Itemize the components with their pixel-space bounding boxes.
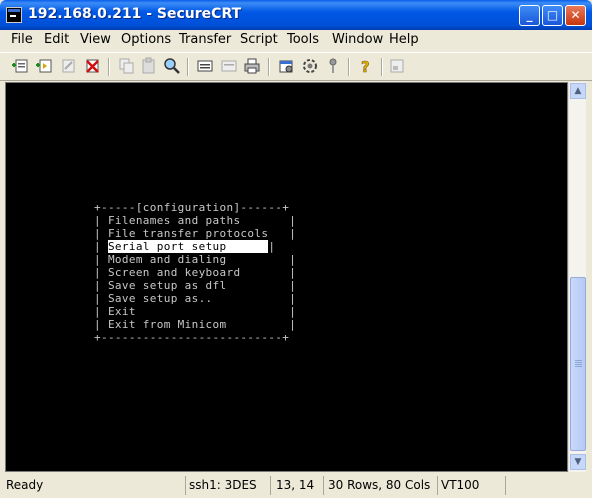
menu-edit[interactable]: Edit (44, 32, 69, 47)
copy-icon[interactable] (117, 57, 135, 75)
menu-item-exit-minicom[interactable]: | Exit from Minicom | (94, 318, 296, 331)
title-bar[interactable]: 192.168.0.211 - SecureCRT _ □ ✕ (0, 0, 592, 30)
quick-connect-icon[interactable] (35, 57, 53, 75)
menu-item-save-dfl[interactable]: | Save setup as dfl | (94, 279, 296, 292)
svg-text:?: ? (361, 58, 370, 75)
menu-bar: File Edit View Options Transfer Script T… (0, 30, 592, 50)
menu-window[interactable]: Window (332, 32, 383, 47)
menu-item-save-as[interactable]: | Save setup as.. | (94, 292, 296, 305)
menu-script[interactable]: Script (240, 32, 278, 47)
menu-item-serial-port-suffix: | (268, 240, 276, 253)
disconnect-icon[interactable] (83, 57, 101, 75)
window-title: 192.168.0.211 - SecureCRT (28, 6, 242, 22)
status-encryption: ssh1: 3DES (189, 478, 257, 492)
connect-icon[interactable] (11, 57, 29, 75)
scroll-thumb[interactable] (570, 277, 586, 451)
scroll-up-button[interactable]: ▲ (570, 83, 586, 99)
terminal-screen[interactable]: +-----[configuration]------+ | Filenames… (5, 82, 568, 472)
menu-tools[interactable]: Tools (287, 32, 319, 47)
status-cursor-position: 13, 14 (276, 478, 315, 492)
menu-file[interactable]: File (11, 32, 33, 47)
help-icon[interactable]: ? (357, 57, 375, 77)
status-emulation: VT100 (441, 478, 480, 492)
menu-border-top: +-----[configuration]------+ (94, 201, 290, 214)
scroll-down-button[interactable]: ▼ (570, 454, 586, 470)
menu-options[interactable]: Options (121, 32, 171, 47)
printer-icon[interactable] (243, 57, 261, 75)
menu-item-serial-port[interactable]: | Serial port setup | (94, 240, 296, 253)
maximize-button[interactable]: □ (542, 5, 563, 26)
menu-view[interactable]: View (80, 32, 111, 47)
session-options-icon[interactable] (277, 57, 295, 75)
global-options-icon[interactable] (301, 57, 319, 75)
print-icon[interactable] (196, 57, 214, 75)
vertical-scrollbar[interactable]: ▲ ▼ (568, 82, 586, 472)
close-button[interactable]: ✕ (565, 5, 586, 26)
securecrt-window: 192.168.0.211 - SecureCRT _ □ ✕ File Edi… (0, 0, 592, 498)
menu-item-exit[interactable]: | Exit | (94, 305, 296, 318)
terminal-app-icon[interactable] (6, 7, 22, 23)
menu-item-filenames[interactable]: | Filenames and paths | (94, 214, 296, 227)
find-icon[interactable] (163, 57, 181, 75)
reconnect-icon[interactable] (59, 57, 77, 75)
keymap-icon[interactable] (324, 57, 342, 75)
status-terminal-size: 30 Rows, 80 Cols (328, 478, 431, 492)
status-bar: Ready ssh1: 3DES 13, 14 30 Rows, 80 Cols… (0, 474, 592, 498)
status-ready: Ready (6, 478, 44, 492)
menu-transfer[interactable]: Transfer (179, 32, 231, 47)
menu-border-bottom: +--------------------------+ (94, 331, 290, 344)
menu-item-file-transfer[interactable]: | File transfer protocols | (94, 227, 296, 240)
menu-item-screen[interactable]: | Screen and keyboard | (94, 266, 296, 279)
minicom-config-menu: +-----[configuration]------+ | Filenames… (94, 201, 296, 344)
log-icon[interactable] (388, 57, 406, 75)
selected-item-highlight: Serial port setup (107, 240, 269, 253)
toolbar: ? (0, 52, 592, 81)
menu-item-modem[interactable]: | Modem and dialing | (94, 253, 296, 266)
paste-icon[interactable] (140, 57, 158, 75)
print-selection-icon[interactable] (220, 57, 238, 75)
minimize-button[interactable]: _ (519, 5, 540, 26)
menu-help[interactable]: Help (389, 32, 419, 47)
menu-item-serial-port-prefix: | (94, 240, 108, 253)
